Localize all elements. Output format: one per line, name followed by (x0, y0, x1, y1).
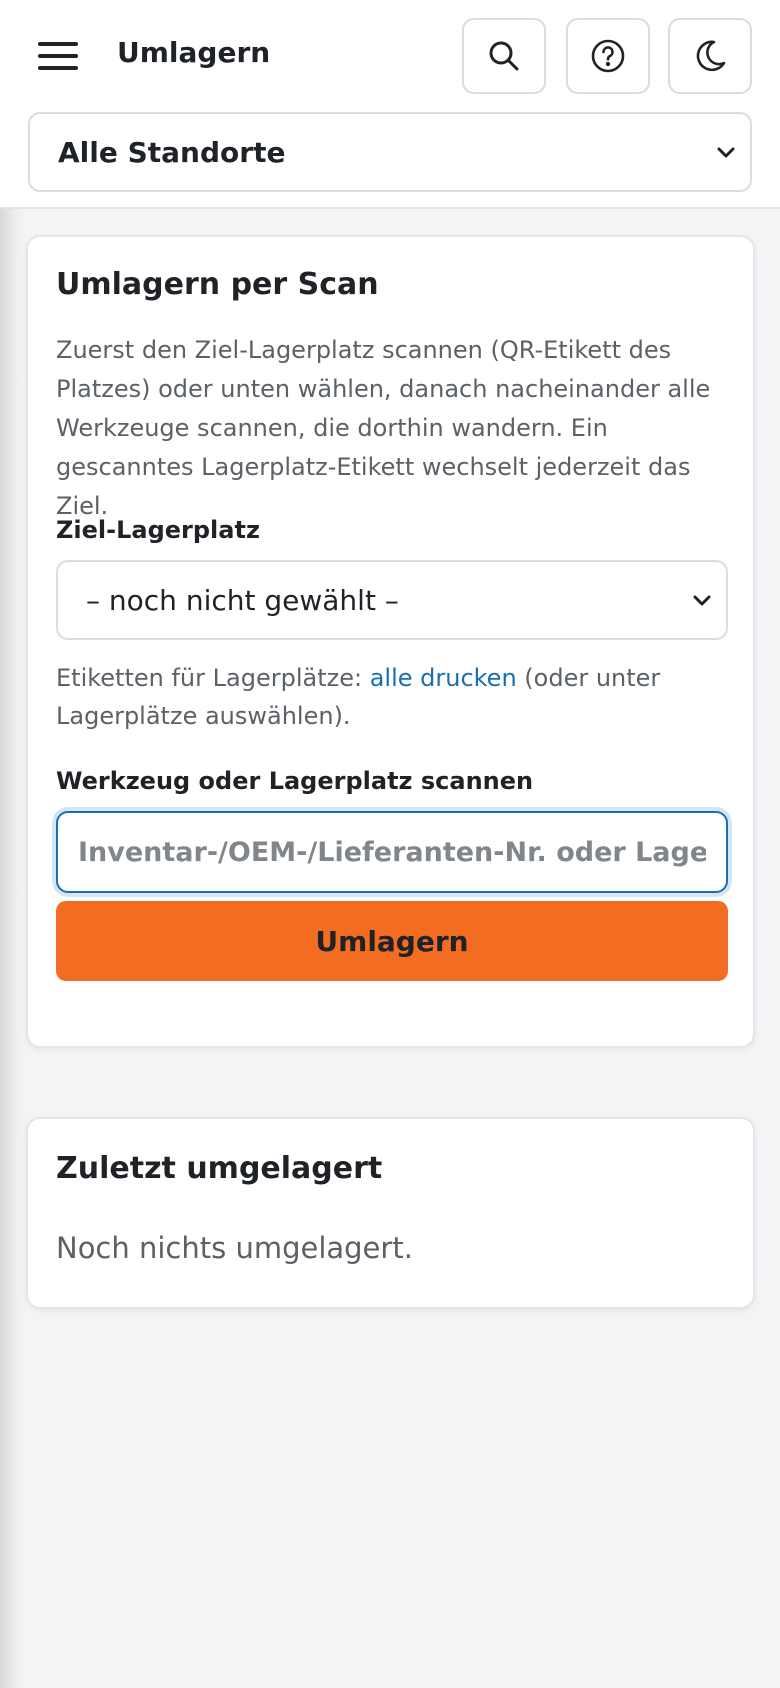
scan-input-label: Werkzeug oder Lagerplatz scannen (56, 767, 534, 795)
scan-instructions: Zuerst den Ziel-Lagerplatz scannen (QR-E… (56, 336, 711, 520)
search-icon (489, 41, 519, 71)
recent-empty-state: Noch nichts umgelagert. (56, 1231, 413, 1265)
target-location-select[interactable]: – noch nicht gewählt – (56, 560, 728, 640)
location-select-value: Alle Standorte (58, 136, 286, 169)
relocate-button[interactable]: Umlagern (56, 901, 728, 981)
moon-icon (696, 40, 726, 72)
label-print-hint: Etiketten für Lagerplätze: alle drucken … (56, 659, 736, 735)
hint-text-before: Etiketten für Lagerplätze: (56, 664, 370, 692)
menu-icon-line (38, 42, 78, 46)
scan-relocate-card: Umlagern per Scan Zuerst den Ziel-Lagerp… (26, 235, 755, 1048)
menu-icon-line (38, 66, 78, 70)
target-location-value: – noch nicht gewählt – (86, 584, 399, 617)
scan-card-title: Umlagern per Scan (56, 267, 379, 302)
recent-relocations-card: Zuletzt umgelagert Noch nichts umgelager… (26, 1117, 755, 1309)
page-title: Umlagern (117, 36, 271, 69)
scan-input[interactable] (56, 811, 728, 893)
help-button[interactable] (566, 18, 650, 94)
print-all-labels-link[interactable]: alle drucken (370, 664, 517, 692)
theme-toggle-button[interactable] (668, 18, 752, 94)
help-icon (591, 39, 625, 73)
search-button[interactable] (462, 18, 546, 94)
recent-card-title: Zuletzt umgelagert (56, 1151, 383, 1186)
drawer-edge-shadow (0, 0, 26, 1688)
chevron-down-icon (717, 147, 735, 158)
menu-icon-line (38, 54, 78, 58)
target-location-label: Ziel-Lagerplatz (56, 516, 260, 544)
top-bar: Umlagern Alle Standorte (0, 0, 780, 209)
location-select[interactable]: Alle Standorte (28, 112, 752, 192)
menu-icon[interactable] (38, 34, 90, 78)
chevron-down-icon (693, 595, 711, 606)
